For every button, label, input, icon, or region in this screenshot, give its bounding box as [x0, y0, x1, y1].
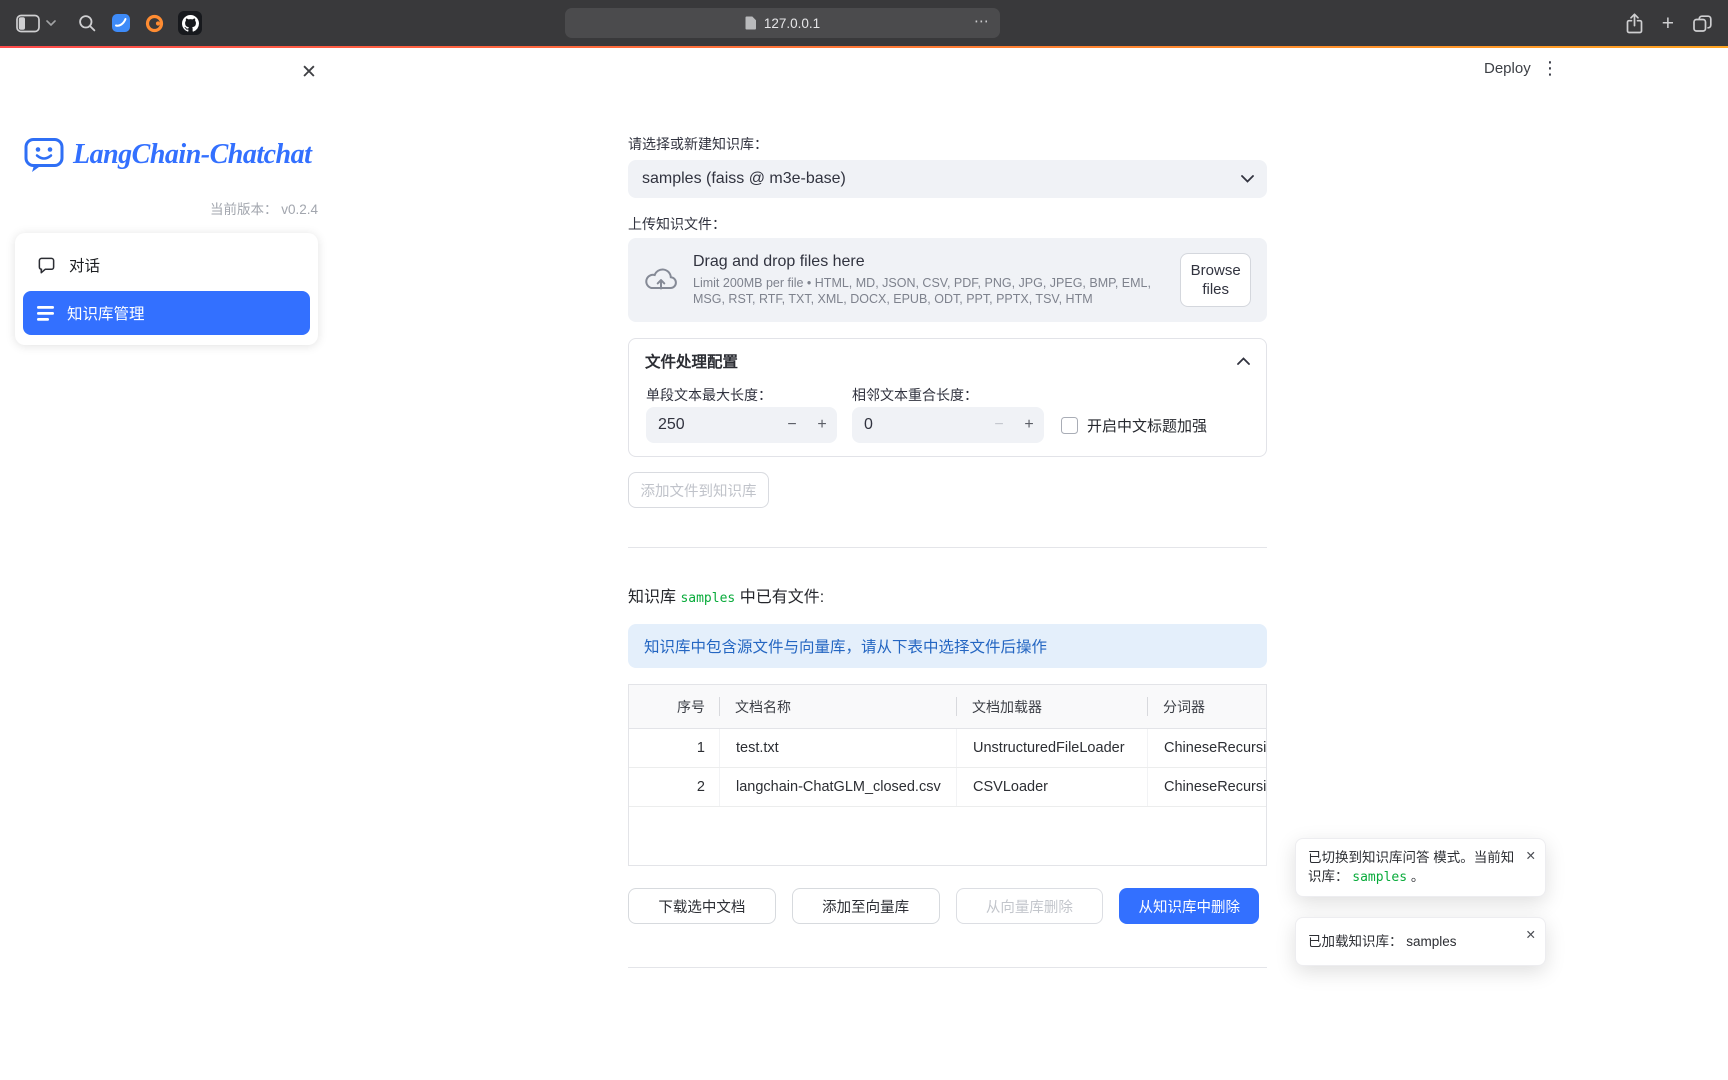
address-bar[interactable]: 127.0.0.1 ⋯ [565, 8, 1000, 38]
main-content: 请选择或新建知识库： samples (faiss @ m3e-base) 上传… [628, 48, 1267, 968]
delete-from-vector-store-button[interactable]: 从向量库删除 [956, 888, 1104, 924]
close-icon[interactable]: ✕ [1526, 926, 1536, 945]
kb-select-value: samples (faiss @ m3e-base) [642, 170, 846, 188]
max-length-input[interactable] [646, 416, 777, 434]
file-config-expander: 文件处理配置 单段文本最大长度： − + 相邻文本重合长度： − + 开启中文标… [628, 338, 1267, 457]
deploy-button[interactable]: Deploy [1484, 60, 1531, 77]
extension-icon-blue[interactable] [112, 14, 130, 32]
divider [628, 967, 1267, 968]
overlap-length-stepper: − + [852, 407, 1044, 443]
browse-files-button[interactable]: Browse files [1180, 253, 1251, 307]
search-icon[interactable] [78, 14, 96, 32]
cell-index: 1 [629, 729, 719, 767]
toast-kb-loaded: 已加载知识库： samples ✕ [1295, 917, 1546, 966]
table-row[interactable]: 1 test.txt UnstructuredFileLoader Chines… [629, 729, 1266, 768]
version-text: 当前版本： v0.2.4 [210, 198, 318, 218]
sidebar-toggle-icon[interactable] [16, 14, 40, 33]
kebab-menu-icon[interactable]: ⋮ [1540, 58, 1560, 79]
cell-splitter: ChineseRecursiveText [1147, 768, 1266, 806]
plus-icon[interactable]: + [1014, 407, 1044, 443]
heading-prefix: 知识库 [628, 589, 680, 606]
info-banner: 知识库中包含源文件与向量库，请从下表中选择文件后操作 [628, 624, 1267, 668]
kb-files-heading: 知识库 samples 中已有文件: [628, 583, 1267, 607]
table-row[interactable]: 2 langchain-ChatGLM_closed.csv CSVLoader… [629, 768, 1266, 807]
chevron-down-icon[interactable] [46, 20, 56, 26]
close-icon[interactable]: ✕ [1526, 847, 1536, 866]
chat-icon [37, 256, 56, 275]
browser-toolbar: 127.0.0.1 ⋯ + [0, 0, 1728, 46]
table-header-splitter[interactable]: 分词器 [1147, 685, 1266, 728]
checkbox-label: 开启中文标题加强 [1087, 415, 1207, 436]
max-length-stepper: − + [646, 407, 837, 443]
sidebar-item-dialogue[interactable]: 对话 [23, 243, 310, 287]
files-table: 序号 文档名称 文档加载器 分词器 1 test.txt Unstructure… [628, 684, 1267, 866]
kb-select-label: 请选择或新建知识库： [628, 134, 1267, 154]
delete-from-kb-button[interactable]: 从知识库中删除 [1119, 888, 1259, 924]
checkbox-icon [1061, 417, 1078, 434]
kb-select[interactable]: samples (faiss @ m3e-base) [628, 160, 1267, 198]
heading-suffix: 中已有文件: [735, 589, 824, 606]
table-header-index[interactable]: 序号 [629, 685, 719, 728]
add-to-vector-store-button[interactable]: 添加至向量库 [792, 888, 940, 924]
url-text: 127.0.0.1 [764, 16, 820, 31]
action-button-row: 下载选中文档 添加至向量库 从向量库删除 从知识库中删除 [628, 888, 1267, 924]
table-header-loader[interactable]: 文档加载器 [956, 685, 1147, 728]
uploader-text: Drag and drop files here Limit 200MB per… [693, 253, 1165, 307]
sidebar-item-label: 对话 [69, 254, 100, 276]
plus-icon[interactable]: + [807, 407, 837, 443]
overlap-length-input[interactable] [852, 416, 984, 434]
divider [628, 547, 1267, 548]
cell-docname: langchain-ChatGLM_closed.csv [719, 768, 956, 806]
logo-text: LangChain-Chatchat [73, 139, 311, 171]
cloud-upload-icon [644, 267, 678, 294]
file-drop-zone[interactable]: Drag and drop files here Limit 200MB per… [628, 238, 1267, 322]
minus-icon[interactable]: − [777, 407, 807, 443]
cell-loader: UnstructuredFileLoader [956, 729, 1147, 767]
add-files-button[interactable]: 添加文件到知识库 [628, 472, 769, 508]
chevron-down-icon [1241, 175, 1254, 183]
cell-splitter: ChineseRecursiveText [1147, 729, 1266, 767]
sidebar-item-label: 知识库管理 [67, 302, 145, 324]
chinese-title-enhance-checkbox[interactable]: 开启中文标题加强 [1061, 415, 1207, 436]
cell-index: 2 [629, 768, 719, 806]
knowledge-base-icon [37, 306, 54, 321]
sidebar-item-knowledge-base[interactable]: 知识库管理 [23, 291, 310, 335]
upload-label: 上传知识文件： [628, 214, 1267, 234]
table-header-docname[interactable]: 文档名称 [719, 685, 956, 728]
sidebar: ✕ LangChain-Chatchat 当前版本： v0.2.4 对话 知识库 [0, 48, 333, 1080]
download-selected-button[interactable]: 下载选中文档 [628, 888, 776, 924]
browser-right-controls: + [1626, 0, 1712, 46]
uploader-limit-text: Limit 200MB per file • HTML, MD, JSON, C… [693, 276, 1165, 307]
cell-docname: test.txt [719, 729, 956, 767]
cell-loader: CSVLoader [956, 768, 1147, 806]
site-icon [745, 16, 757, 30]
expander-title: 文件处理配置 [645, 350, 738, 372]
expander-header[interactable]: 文件处理配置 [629, 339, 1266, 383]
toast-code: samples [1352, 870, 1407, 885]
sidebar-close-icon[interactable]: ✕ [296, 59, 322, 85]
more-options-icon[interactable]: ⋯ [974, 12, 990, 30]
extension-icon-orange[interactable] [145, 14, 164, 33]
tab-overview-icon[interactable] [1693, 15, 1712, 32]
new-tab-icon[interactable]: + [1662, 13, 1674, 34]
sidebar-menu: 对话 知识库管理 [15, 233, 318, 345]
app-logo: LangChain-Chatchat [24, 136, 311, 173]
logo-chat-icon [24, 136, 64, 173]
chevron-up-icon [1237, 357, 1250, 365]
toast-text: 。 [1407, 869, 1424, 884]
uploader-title: Drag and drop files here [693, 253, 1165, 271]
table-header-row: 序号 文档名称 文档加载器 分词器 [629, 685, 1266, 729]
overlap-length-label: 相邻文本重合长度： [852, 385, 978, 405]
share-icon[interactable] [1626, 13, 1643, 34]
github-icon[interactable] [178, 11, 202, 35]
browser-left-controls [16, 0, 202, 46]
toast-mode-switched: 已切换到知识库问答 模式。当前知识库： samples 。 ✕ [1295, 838, 1546, 897]
minus-icon[interactable]: − [984, 407, 1014, 443]
max-length-label: 单段文本最大长度： [646, 385, 772, 405]
toast-text: 已加载知识库： samples [1308, 934, 1457, 949]
heading-code: samples [680, 591, 735, 606]
